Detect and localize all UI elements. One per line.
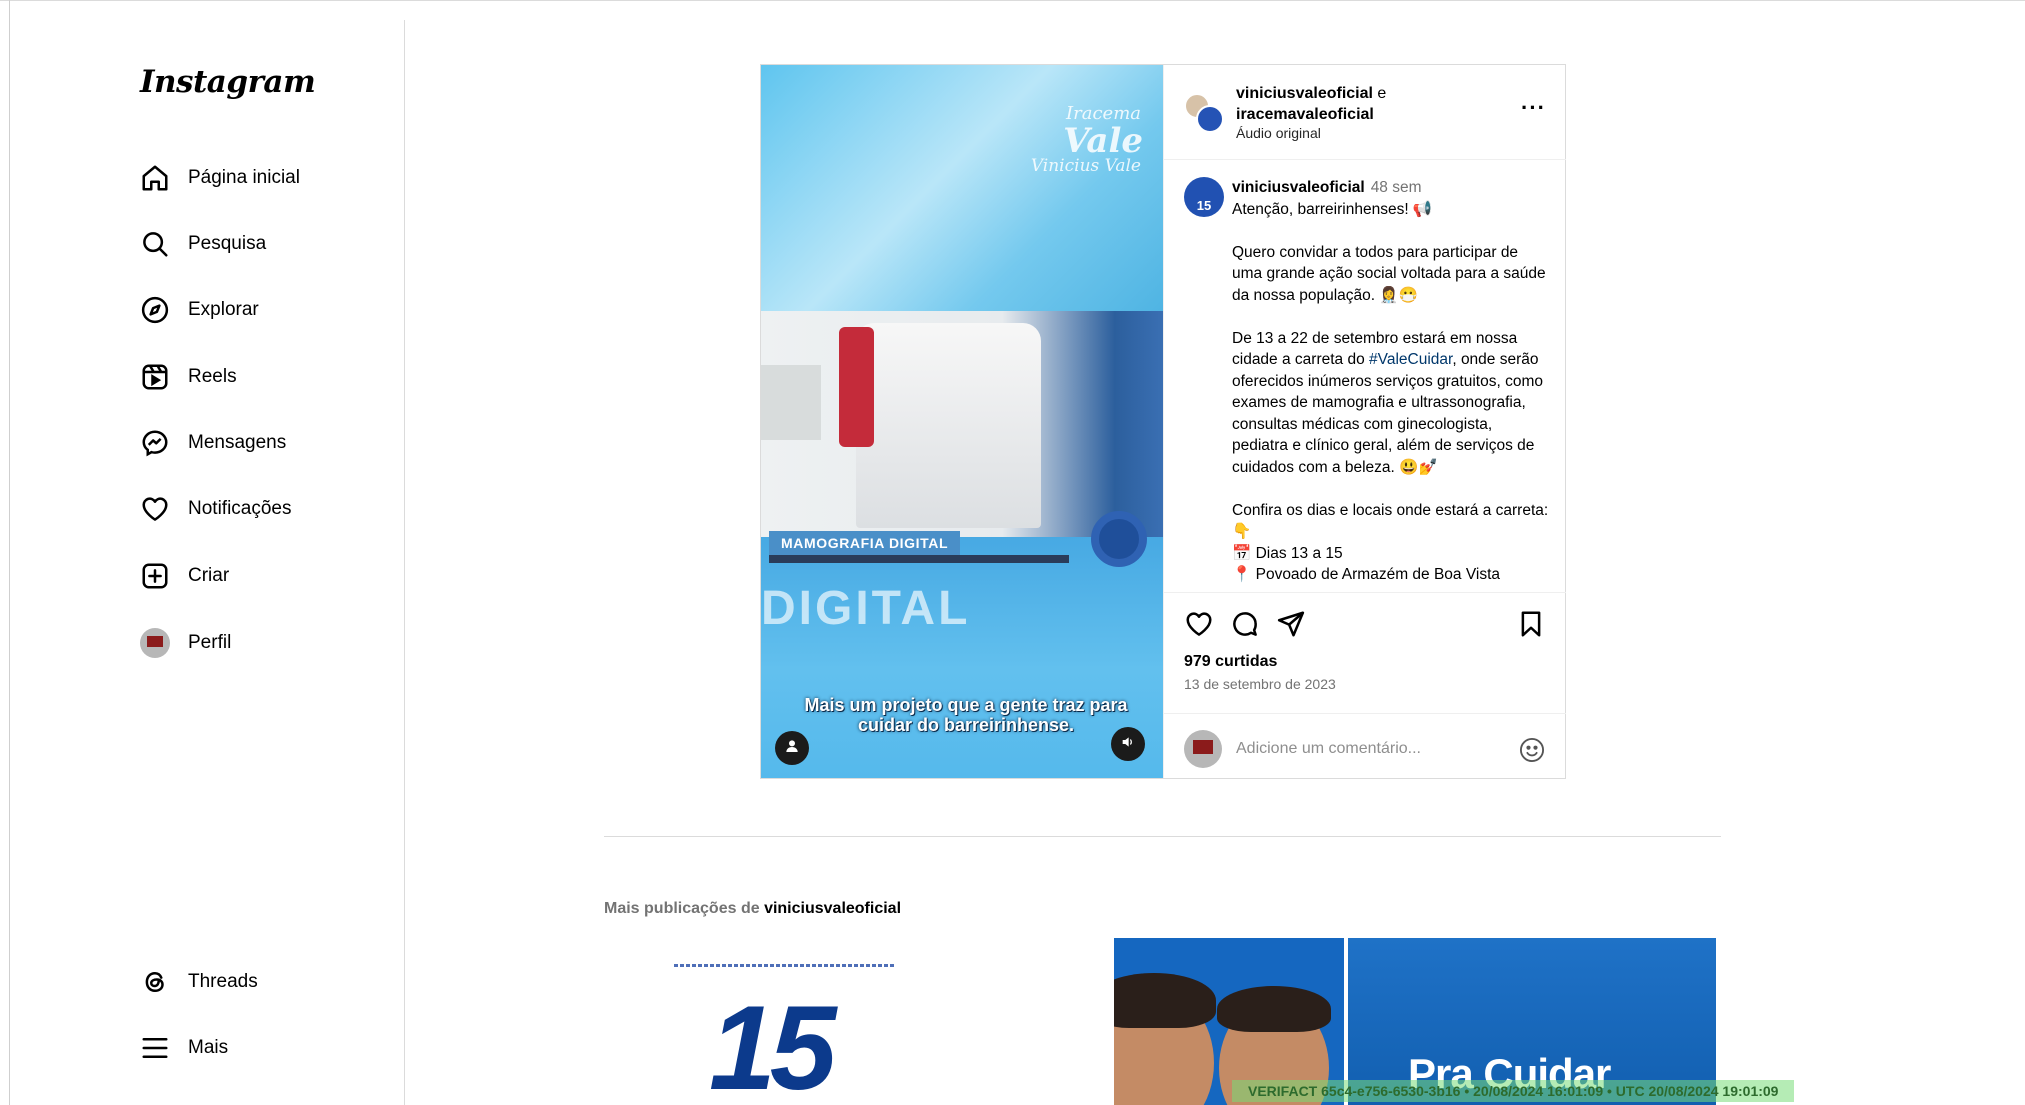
more-posts-heading: Mais publicações de viniciusvaleoficial — [604, 900, 901, 918]
speaker-icon — [1120, 734, 1136, 754]
caption-paragraph: Atenção, barreirinhenses! 📢 — [1232, 200, 1433, 218]
person-hair — [1114, 973, 1216, 1028]
hashtag-link[interactable]: #ValeCuidar — [1369, 351, 1452, 368]
blue-ring — [1091, 511, 1147, 567]
sidebar-item-label: Notificações — [188, 498, 292, 519]
thumbnail-fine-print — [674, 964, 894, 967]
threads-icon — [140, 967, 170, 997]
sidebar-item-home[interactable]: Página inicial — [140, 158, 300, 198]
caption-paragraph: De 13 a 22 de setembro estará em nossa c… — [1232, 328, 1550, 479]
sidebar-item-label: Criar — [188, 565, 230, 586]
avatar — [1196, 105, 1224, 133]
profile-avatar-wrap — [140, 628, 170, 658]
sound-toggle-button[interactable] — [1111, 727, 1145, 761]
comment-input[interactable] — [1236, 734, 1496, 764]
more-options-icon[interactable]: ··· — [1521, 95, 1546, 121]
user-icon — [784, 738, 800, 758]
sidebar-item-threads[interactable]: Threads — [140, 962, 258, 1002]
caption-username[interactable]: viniciusvaleoficial — [1232, 179, 1365, 196]
menu-icon — [140, 1033, 170, 1063]
sidebar-item-search[interactable]: Pesquisa — [140, 224, 266, 264]
post-card: MAMOGRAFIA DIGITAL Iracema Vale Vinicius… — [760, 64, 1566, 779]
mammography-machine — [856, 323, 1041, 528]
home-icon — [140, 163, 170, 193]
audio-link[interactable]: Áudio original — [1236, 125, 1321, 141]
background-word: DIGITAL — [761, 582, 971, 635]
more-posts-prefix: Mais publicações de — [604, 900, 760, 917]
post-date[interactable]: 13 de setembro de 2023 — [1184, 676, 1336, 692]
machine-red-part — [839, 327, 874, 447]
brand-text-sub: Vinicius Vale — [1030, 156, 1141, 176]
sidebar-item-label: Página inicial — [188, 167, 300, 188]
sidebar: Instagram Página inicial Pesquisa Explor… — [10, 20, 405, 1105]
search-icon — [140, 229, 170, 259]
author-connector: e — [1377, 85, 1387, 102]
sidebar-item-label: Perfil — [188, 632, 232, 653]
sidebar-item-create[interactable]: Criar — [140, 556, 229, 596]
caption-text: , onde serão oferecidos inúmeros serviço… — [1232, 351, 1543, 476]
plus-square-icon — [140, 561, 170, 591]
sidebar-item-label: Mais — [188, 1037, 229, 1058]
emoji-icon[interactable] — [1518, 736, 1546, 764]
post-caption: viniciusvaleoficial 48 sem Atenção, barre… — [1232, 177, 1550, 586]
post-authors: viniciusvaleoficial e iracemavaleoficial — [1236, 83, 1386, 125]
sidebar-item-reels[interactable]: Reels — [140, 357, 237, 397]
author-link[interactable]: iracemavaleoficial — [1236, 106, 1374, 123]
avatar — [1184, 730, 1222, 768]
video-caption: Mais um projeto que a gente traz para cu… — [804, 695, 1128, 735]
bookmark-icon[interactable] — [1516, 609, 1546, 639]
post-header: viniciusvaleoficial e iracemavaleoficial… — [1164, 65, 1566, 160]
sidebar-item-more[interactable]: Mais — [140, 1028, 228, 1068]
avatar — [140, 628, 170, 658]
author-link[interactable]: viniciusvaleoficial — [1236, 85, 1373, 102]
sidebar-item-notifications[interactable]: Notificações — [140, 489, 292, 529]
caption-paragraph: Quero convidar a todos para participar d… — [1232, 243, 1546, 304]
instagram-logo[interactable]: Instagram — [140, 64, 316, 100]
video-panel-bottom — [761, 537, 1163, 778]
video-tag: MAMOGRAFIA DIGITAL — [769, 531, 961, 555]
brand-logo: Vale — [1063, 121, 1143, 161]
comment-bar — [1164, 713, 1566, 779]
compass-icon — [140, 295, 170, 325]
share-icon[interactable] — [1276, 609, 1306, 639]
thumbnail-number: 15 — [709, 981, 837, 1105]
sidebar-item-messages[interactable]: Mensagens — [140, 423, 286, 463]
post-actions: 979 curtidas 13 de setembro de 2023 — [1164, 592, 1566, 778]
sidebar-item-profile[interactable]: Perfil — [140, 623, 231, 663]
sidebar-item-explore[interactable]: Explorar — [140, 290, 259, 330]
sidebar-item-label: Explorar — [188, 299, 259, 320]
sidebar-item-label: Threads — [188, 971, 258, 992]
sidebar-item-label: Reels — [188, 366, 237, 387]
tag-bar — [769, 555, 1069, 563]
person-hair — [1217, 986, 1331, 1032]
likes-count[interactable]: 979 curtidas — [1184, 653, 1277, 671]
video-panel-top — [761, 65, 1163, 311]
sidebar-item-label: Mensagens — [188, 432, 287, 453]
caption-time[interactable]: 48 sem — [1371, 179, 1422, 196]
reels-icon — [140, 362, 170, 392]
window-top-border — [0, 0, 2025, 1]
comment-icon[interactable] — [1230, 609, 1260, 639]
post-video[interactable]: MAMOGRAFIA DIGITAL Iracema Vale Vinicius… — [761, 65, 1163, 778]
collab-avatars[interactable] — [1184, 93, 1226, 135]
caption-paragraph: 📅 Dias 13 a 15 — [1232, 544, 1343, 562]
like-icon[interactable] — [1184, 609, 1214, 639]
verification-watermark: VERIFACT 65c4-e756-6530-3b16 • 20/08/202… — [1232, 1080, 1795, 1102]
sidebar-item-label: Pesquisa — [188, 233, 267, 254]
tagged-users-button[interactable] — [775, 731, 809, 765]
post-thumbnail[interactable]: 15 — [604, 938, 964, 1105]
section-divider — [604, 836, 1721, 837]
avatar[interactable]: 15 — [1184, 177, 1224, 217]
comments-scroll[interactable]: 15 viniciusvaleoficial 48 sem Atenção, ba… — [1164, 161, 1566, 591]
post-side-panel: viniciusvaleoficial e iracemavaleoficial… — [1163, 65, 1566, 778]
messenger-icon — [140, 428, 170, 458]
more-posts-username[interactable]: viniciusvaleoficial — [764, 900, 901, 917]
caption-paragraph: 📍 Povoado de Armazém de Boa Vista — [1232, 566, 1501, 583]
caption-paragraph: Confira os dias e locais onde estará a c… — [1232, 501, 1549, 541]
heart-icon — [140, 494, 170, 524]
machine-panel — [761, 365, 821, 440]
